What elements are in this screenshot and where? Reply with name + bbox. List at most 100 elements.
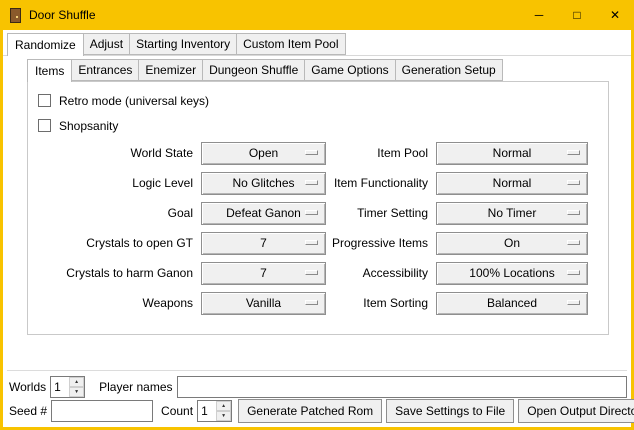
spin-down-icon[interactable]: ▼: [69, 387, 84, 397]
tab-enemizer[interactable]: Enemizer: [138, 59, 203, 81]
worlds-spin-buttons: ▲ ▼: [69, 377, 84, 397]
dropdown-indicator-icon: [567, 210, 580, 215]
accessibility-label: Accessibility: [326, 266, 428, 280]
settings-tab-strip: Items Entrances Enemizer Dungeon Shuffle…: [27, 59, 609, 81]
tab-entrances[interactable]: Entrances: [71, 59, 139, 81]
save-settings-button[interactable]: Save Settings to File: [386, 399, 514, 423]
minimize-button[interactable]: ─: [520, 0, 558, 30]
option-row: Crystals to harm Ganon 7 Accessibility 1…: [30, 258, 608, 288]
weapons-dropdown[interactable]: Vanilla: [201, 292, 326, 315]
dropdown-value: Defeat Ganon: [226, 206, 301, 220]
seed-input[interactable]: [51, 400, 153, 422]
dropdown-indicator-icon: [567, 180, 580, 185]
spin-up-icon[interactable]: ▲: [69, 377, 84, 387]
weapons-label: Weapons: [30, 296, 193, 310]
logic-level-label: Logic Level: [30, 176, 193, 190]
seed-row: Seed # Count ▲ ▼ Generate Patched Rom Sa…: [9, 399, 627, 423]
retro-mode-checkbox[interactable]: [38, 94, 51, 107]
dropdown-indicator-icon: [305, 210, 318, 215]
app-icon: [10, 8, 21, 23]
count-input[interactable]: [198, 401, 216, 421]
worlds-row: Worlds ▲ ▼ Player names: [9, 375, 627, 399]
tab-generation-setup[interactable]: Generation Setup: [395, 59, 503, 81]
item-sorting-label: Item Sorting: [326, 296, 428, 310]
dropdown-indicator-icon: [567, 240, 580, 245]
tab-randomize[interactable]: Randomize: [7, 33, 84, 56]
shopsanity-checkbox[interactable]: [38, 119, 51, 132]
tab-game-options[interactable]: Game Options: [304, 59, 395, 81]
option-row: Goal Defeat Ganon Timer Setting No Timer: [30, 198, 608, 228]
close-button[interactable]: ✕: [596, 0, 634, 30]
count-spinbox[interactable]: ▲ ▼: [197, 400, 232, 422]
tab-custom-item-pool[interactable]: Custom Item Pool: [236, 33, 345, 55]
count-label: Count: [161, 404, 193, 418]
dropdown-value: 100% Locations: [469, 266, 554, 280]
tab-dungeon-shuffle[interactable]: Dungeon Shuffle: [202, 59, 305, 81]
item-sorting-dropdown[interactable]: Balanced: [436, 292, 588, 315]
goal-dropdown[interactable]: Defeat Ganon: [201, 202, 326, 225]
spin-up-icon[interactable]: ▲: [216, 401, 231, 411]
goal-label: Goal: [30, 206, 193, 220]
window-controls: ─ □ ✕: [520, 0, 634, 30]
dropdown-value: 7: [260, 236, 267, 250]
worlds-input[interactable]: [51, 377, 69, 397]
spin-down-icon[interactable]: ▼: [216, 411, 231, 421]
item-pool-dropdown[interactable]: Normal: [436, 142, 588, 165]
dropdown-value: Balanced: [487, 296, 537, 310]
item-functionality-dropdown[interactable]: Normal: [436, 172, 588, 195]
dropdown-indicator-icon: [567, 300, 580, 305]
generate-rom-button[interactable]: Generate Patched Rom: [238, 399, 382, 423]
item-functionality-label: Item Functionality: [326, 176, 428, 190]
item-pool-label: Item Pool: [326, 146, 428, 160]
crystals-ganon-label: Crystals to harm Ganon: [30, 266, 193, 280]
dropdown-indicator-icon: [305, 300, 318, 305]
dropdown-indicator-icon: [305, 270, 318, 275]
progressive-items-dropdown[interactable]: On: [436, 232, 588, 255]
tab-adjust[interactable]: Adjust: [83, 33, 130, 55]
retro-mode-row: Retro mode (universal keys): [38, 88, 608, 113]
progressive-items-label: Progressive Items: [326, 236, 428, 250]
tab-items[interactable]: Items: [27, 59, 72, 82]
dropdown-value: On: [504, 236, 520, 250]
maximize-button[interactable]: □: [558, 0, 596, 30]
dropdown-value: Normal: [493, 176, 532, 190]
crystals-gt-dropdown[interactable]: 7: [201, 232, 326, 255]
dropdown-indicator-icon: [305, 150, 318, 155]
title-bar[interactable]: Door Shuffle ─ □ ✕: [0, 0, 634, 30]
crystals-ganon-dropdown[interactable]: 7: [201, 262, 326, 285]
dropdown-value: Vanilla: [246, 296, 281, 310]
main-tab-strip: Randomize Adjust Starting Inventory Cust…: [3, 30, 631, 56]
tab-starting-inventory[interactable]: Starting Inventory: [129, 33, 237, 55]
app-window: Door Shuffle ─ □ ✕ Randomize Adjust Star…: [0, 0, 634, 430]
open-output-button[interactable]: Open Output Directory: [518, 399, 634, 423]
dropdown-indicator-icon: [305, 240, 318, 245]
logic-level-dropdown[interactable]: No Glitches: [201, 172, 326, 195]
world-state-dropdown[interactable]: Open: [201, 142, 326, 165]
window-body: Randomize Adjust Starting Inventory Cust…: [3, 30, 631, 427]
shopsanity-label: Shopsanity: [59, 119, 118, 133]
dropdown-indicator-icon: [567, 150, 580, 155]
randomize-panel: Items Entrances Enemizer Dungeon Shuffle…: [27, 59, 609, 335]
dropdown-value: Open: [249, 146, 278, 160]
world-state-label: World State: [30, 146, 193, 160]
footer: Worlds ▲ ▼ Player names Seed # Count: [7, 370, 627, 427]
worlds-label: Worlds: [9, 380, 46, 394]
dropdown-indicator-icon: [567, 270, 580, 275]
shopsanity-row: Shopsanity: [38, 113, 608, 138]
timer-setting-dropdown[interactable]: No Timer: [436, 202, 588, 225]
timer-setting-label: Timer Setting: [326, 206, 428, 220]
option-row: Logic Level No Glitches Item Functionali…: [30, 168, 608, 198]
accessibility-dropdown[interactable]: 100% Locations: [436, 262, 588, 285]
option-row: World State Open Item Pool Normal: [30, 138, 608, 168]
crystals-gt-label: Crystals to open GT: [30, 236, 193, 250]
dropdown-value: Normal: [493, 146, 532, 160]
retro-mode-label: Retro mode (universal keys): [59, 94, 209, 108]
items-tab-pane: Retro mode (universal keys) Shopsanity W…: [27, 81, 609, 335]
dropdown-indicator-icon: [305, 180, 318, 185]
dropdown-value: 7: [260, 266, 267, 280]
dropdown-value: No Timer: [488, 206, 537, 220]
count-spin-buttons: ▲ ▼: [216, 401, 231, 421]
player-names-input[interactable]: [177, 376, 628, 398]
worlds-spinbox[interactable]: ▲ ▼: [50, 376, 85, 398]
seed-label: Seed #: [9, 404, 47, 418]
